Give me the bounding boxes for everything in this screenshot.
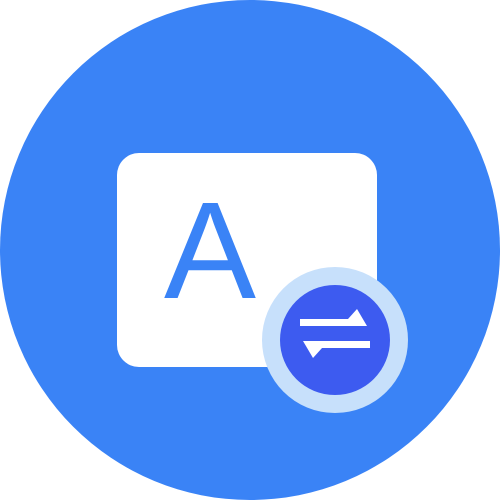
card-letter: A bbox=[164, 174, 256, 328]
badge-disc bbox=[280, 285, 390, 395]
translate-app-icon: A bbox=[0, 0, 500, 500]
swap-badge bbox=[262, 267, 408, 413]
app-icon-graphic: A bbox=[0, 0, 500, 500]
